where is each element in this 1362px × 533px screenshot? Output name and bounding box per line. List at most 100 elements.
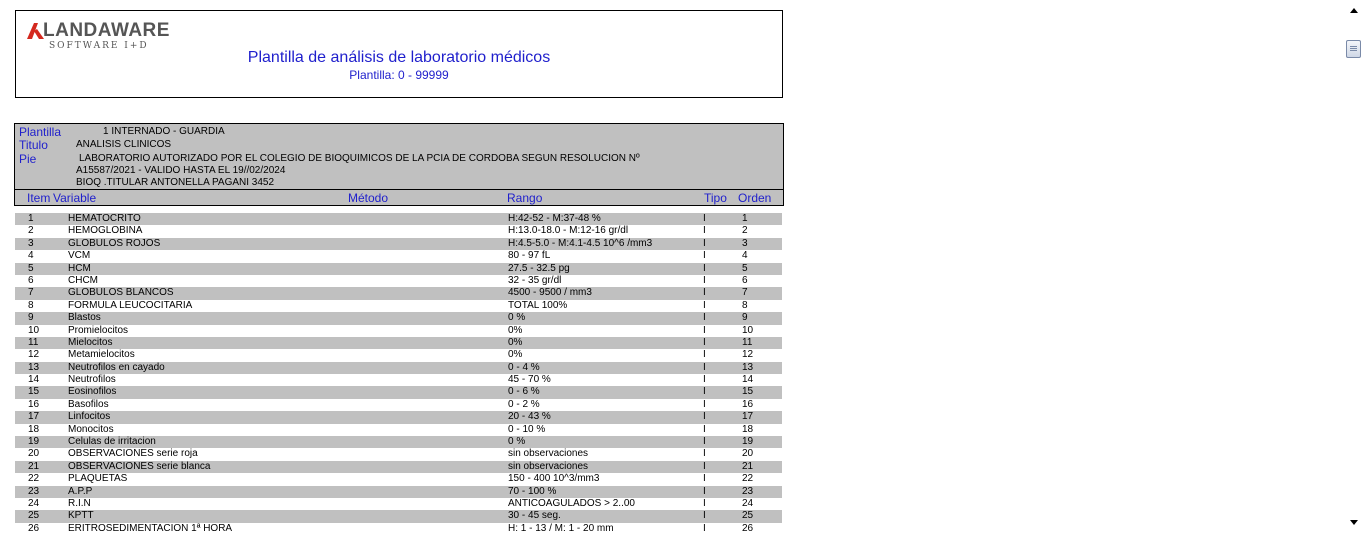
table-row: 24 R.I.N ANTICOAGULADOS > 2..00 I 24: [15, 498, 782, 510]
cell-orden: 22: [742, 473, 754, 485]
cell-orden: 20: [742, 448, 754, 460]
cell-tipo: I: [703, 510, 706, 522]
cell-tipo: I: [703, 349, 706, 361]
cell-variable: Monocitos: [68, 423, 114, 435]
table-row: 9 Blastos 0 % I 9: [15, 312, 782, 325]
cell-variable: Eosinofilos: [68, 386, 117, 398]
cell-rango: 30 - 45 seg.: [508, 510, 561, 522]
cell-rango: H:42-52 - M:37-48 %: [508, 213, 601, 224]
cell-tipo: I: [703, 324, 706, 336]
cell-variable: GLOBULOS ROJOS: [68, 237, 161, 249]
column-header-orden: Orden: [738, 191, 772, 205]
cell-item: 17: [28, 411, 40, 423]
table-row: 21 OBSERVACIONES serie blanca sin observac…: [15, 460, 782, 474]
cell-item: 23: [28, 485, 40, 497]
cell-item: 9: [28, 312, 34, 324]
pie-label: Pie: [19, 152, 37, 166]
table-row: 14 Neutrofilos 45 - 70 % I 14: [15, 374, 782, 386]
table-row: 20 OBSERVACIONES serie roja sin observacio…: [15, 448, 782, 460]
landaware-logo: LANDAWARE SOFTWARE I+D: [27, 20, 177, 52]
table-row: 2 HEMOGLOBINA H:13.0-18.0 - M:12-16 gr/dl I…: [15, 225, 782, 237]
cell-variable: HEMATOCRITO: [68, 213, 141, 224]
table-row: 6 CHCM 32 - 35 gr/dl I 6: [15, 275, 782, 287]
cell-rango: 32 - 35 gr/dl: [508, 274, 562, 286]
cell-item: 13: [28, 361, 40, 373]
cell-variable: OBSERVACIONES serie roja: [68, 448, 198, 460]
cell-rango: H:13.0-18.0 - M:12-16 gr/dl: [508, 225, 629, 237]
table-row: 4 VCM 80 - 97 fL I 4: [15, 250, 782, 262]
cell-item: 6: [28, 274, 34, 286]
table-row: 1 HEMATOCRITO H:42-52 - M:37-48 % I 1: [15, 213, 782, 226]
scroll-down-arrow-icon[interactable]: [1350, 520, 1358, 525]
cell-rango: sin observaciones: [508, 448, 589, 460]
cell-item: 12: [28, 349, 40, 361]
titulo-value: ANALISIS CLINICOS: [76, 139, 172, 150]
cell-orden: 5: [742, 262, 748, 274]
column-header-rango: Rango: [507, 191, 543, 205]
cell-orden: 16: [742, 398, 754, 410]
cell-variable: CHCM: [68, 274, 98, 286]
cell-rango: 0 %: [508, 312, 526, 324]
vertical-scrollbar[interactable]: [1345, 0, 1362, 533]
cell-variable: Metamielocitos: [68, 349, 135, 361]
cell-tipo: I: [703, 287, 706, 299]
plantilla-value: 1 INTERNADO - GUARDIA: [103, 126, 225, 137]
cell-item: 26: [28, 522, 40, 533]
cell-rango: ANTICOAGULADOS > 2..00: [508, 497, 635, 509]
info-divider: [15, 189, 783, 190]
cell-item: 16: [28, 398, 40, 410]
cell-item: 18: [28, 423, 40, 435]
cell-orden: 2: [742, 225, 748, 237]
cell-orden: 12: [742, 349, 754, 361]
cell-variable: Neutrofilos: [68, 374, 116, 386]
cell-orden: 6: [742, 274, 748, 286]
cell-tipo: I: [703, 485, 706, 497]
pie-line-2: A15587/2021 - VALIDO HASTA EL 19//02/202…: [76, 165, 286, 176]
scroll-up-arrow-icon[interactable]: [1350, 8, 1358, 13]
cell-variable: VCM: [68, 250, 91, 262]
table-row: 3 GLOBULOS ROJOS H:4.5-5.0 - M:4.1-4.5 10^…: [15, 237, 782, 251]
cell-rango: H:4.5-5.0 - M:4.1-4.5 10^6 /mm3: [508, 237, 653, 249]
cell-variable: FORMULA LEUCOCITARIA: [68, 299, 193, 311]
cell-tipo: I: [703, 299, 706, 311]
cell-tipo: I: [703, 398, 706, 410]
cell-variable: A.P.P: [68, 485, 93, 497]
cell-item: 21: [28, 460, 40, 472]
cell-variable: Mielocitos: [68, 336, 113, 348]
analysis-table: 1 HEMATOCRITO H:42-52 - M:37-48 % I 1 2 HEMOGL…: [15, 213, 782, 533]
cell-tipo: I: [703, 374, 706, 386]
cell-tipo: I: [703, 312, 706, 324]
cell-tipo: I: [703, 237, 706, 249]
table-row: 25 KPTT 30 - 45 seg. I 25: [15, 510, 782, 523]
cell-orden: 14: [742, 374, 754, 386]
cell-item: 7: [28, 287, 34, 299]
cell-tipo: I: [703, 411, 706, 423]
cell-variable: ERITROSEDIMENTACION 1ª HORA: [68, 522, 233, 533]
cell-variable: Linfocitos: [68, 411, 111, 423]
cell-rango: 0%: [508, 336, 523, 348]
scrollbar-thumb[interactable]: [1346, 40, 1361, 58]
cell-tipo: I: [703, 361, 706, 373]
cell-item: 1: [28, 213, 34, 224]
cell-rango: 0%: [508, 324, 523, 336]
table-row: 17 Linfocitos 20 - 43 % I 17: [15, 411, 782, 424]
table-row: 11 Mielocitos 0% I 11: [15, 336, 782, 350]
table-row: 15 Eosinofilos 0 - 6 % I 15: [15, 386, 782, 399]
cell-orden: 3: [742, 237, 748, 249]
cell-orden: 18: [742, 423, 754, 435]
cell-orden: 11: [742, 336, 753, 348]
cell-item: 11: [28, 336, 39, 348]
cell-variable: Neutrofilos en cayado: [68, 361, 165, 373]
cell-variable: Celulas de irritacion: [68, 436, 156, 448]
cell-tipo: I: [703, 436, 706, 448]
cell-tipo: I: [703, 274, 706, 286]
table-row: 10 Promielocitos 0% I 10: [15, 325, 782, 337]
cell-orden: 26: [742, 522, 754, 533]
cell-item: 4: [28, 250, 34, 262]
cell-rango: 0 - 10 %: [508, 423, 546, 435]
cell-orden: 23: [742, 485, 754, 497]
cell-variable: KPTT: [68, 510, 94, 522]
cell-item: 22: [28, 473, 40, 485]
cell-rango: TOTAL 100%: [508, 299, 568, 311]
cell-tipo: I: [703, 262, 706, 274]
